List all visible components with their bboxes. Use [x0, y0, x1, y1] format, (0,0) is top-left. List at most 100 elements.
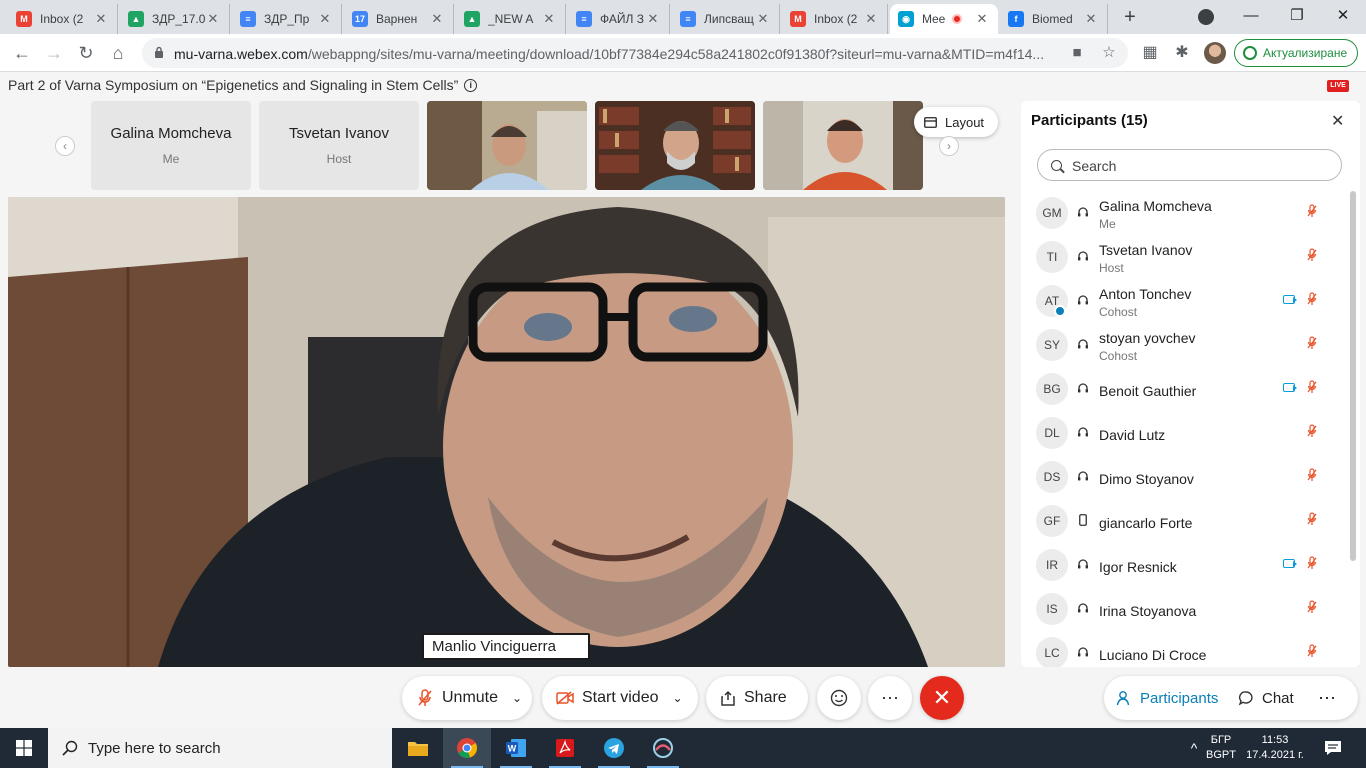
- browser-tab[interactable]: ◉ Mee ✕: [890, 4, 998, 34]
- more-icon: ⋯: [881, 688, 899, 708]
- new-tab-button[interactable]: +: [1118, 6, 1142, 30]
- thumbnail-video-2[interactable]: [595, 101, 755, 190]
- chrome-app[interactable]: [443, 728, 491, 768]
- mic-muted-icon[interactable]: [1307, 292, 1317, 306]
- acrobat-app[interactable]: [541, 728, 589, 768]
- restore-icon[interactable]: ❐: [1274, 0, 1320, 34]
- close-tab-icon[interactable]: ✕: [541, 11, 557, 27]
- close-tab-icon[interactable]: ✕: [755, 11, 771, 27]
- chevron-down-icon[interactable]: ⌄: [672, 691, 682, 705]
- participant-row[interactable]: TI Tsvetan Ivanov Host: [1021, 237, 1341, 281]
- browser-tab[interactable]: ≡ ФАЙЛ З ✕: [568, 4, 670, 34]
- mic-muted-icon[interactable]: [1307, 468, 1317, 482]
- apps-grid-icon[interactable]: ▦: [1141, 44, 1159, 62]
- start-video-button[interactable]: Start video ⌄: [542, 676, 698, 720]
- participant-name: Igor Resnick: [1099, 559, 1177, 575]
- mic-muted-icon[interactable]: [1307, 512, 1317, 526]
- strip-prev-icon[interactable]: ‹: [55, 136, 75, 156]
- taskbar-clock[interactable]: 11:53 17.4.2021 г.: [1240, 733, 1310, 768]
- mic-muted-icon[interactable]: [1307, 556, 1317, 570]
- browser-tab[interactable]: M Inbox (2 ✕: [782, 4, 888, 34]
- webex-app[interactable]: [639, 728, 687, 768]
- close-tab-icon[interactable]: ✕: [974, 11, 990, 27]
- minimize-icon[interactable]: —: [1228, 0, 1274, 34]
- profile-avatar[interactable]: [1204, 42, 1226, 64]
- strip-next-icon[interactable]: ›: [939, 136, 959, 156]
- participant-row[interactable]: DS Dimo Stoyanov: [1021, 457, 1341, 501]
- extensions-icon[interactable]: ✱: [1173, 44, 1191, 62]
- participant-row[interactable]: LC Luciano Di Croce: [1021, 633, 1341, 667]
- taskbar-search[interactable]: Type here to search: [48, 728, 392, 768]
- participant-row[interactable]: IS Irina Stoyanova: [1021, 589, 1341, 633]
- participants-scrollbar[interactable]: [1350, 191, 1356, 561]
- mic-muted-icon[interactable]: [1307, 380, 1317, 394]
- close-tab-icon[interactable]: ✕: [863, 11, 879, 27]
- tab-participants[interactable]: Participants: [1116, 676, 1218, 720]
- browser-tab[interactable]: ≡ ЗДР_Пр ✕: [232, 4, 342, 34]
- bookmark-star-icon[interactable]: ☆: [1100, 45, 1118, 61]
- browser-tab[interactable]: ▲ _NEW A ✕: [456, 4, 566, 34]
- mic-muted-icon[interactable]: [1307, 600, 1317, 614]
- browser-tab[interactable]: ▲ ЗДР_17.0 ✕: [120, 4, 230, 34]
- tray-expand-icon[interactable]: ^: [1184, 728, 1204, 768]
- chevron-down-icon[interactable]: ⌄: [512, 691, 522, 705]
- browser-tab[interactable]: 17 Варнен ✕: [344, 4, 454, 34]
- update-button[interactable]: Актуализиране: [1234, 39, 1358, 67]
- tab-search-icon[interactable]: [1198, 9, 1214, 25]
- panel-more-icon[interactable]: ⋯: [1318, 676, 1336, 720]
- participant-row[interactable]: GF giancarlo Forte: [1021, 501, 1341, 545]
- address-bar[interactable]: mu-varna.webex.com/webappng/sites/mu-var…: [142, 38, 1128, 68]
- browser-tab[interactable]: f Biomed ✕: [1000, 4, 1108, 34]
- mic-muted-icon[interactable]: [1307, 644, 1317, 658]
- leave-meeting-button[interactable]: ✕: [920, 676, 964, 720]
- reload-icon[interactable]: ↻: [74, 41, 98, 65]
- file-explorer-app[interactable]: [394, 728, 442, 768]
- browser-tab[interactable]: ≡ Липсващ ✕: [672, 4, 780, 34]
- mic-muted-icon[interactable]: [1307, 204, 1317, 218]
- participant-row[interactable]: AT Anton Tonchev Cohost: [1021, 281, 1341, 325]
- thumbnail-role: Me: [162, 152, 180, 166]
- close-tab-icon[interactable]: ✕: [645, 11, 661, 27]
- unmute-button[interactable]: Unmute ⌄: [402, 676, 532, 720]
- close-tab-icon[interactable]: ✕: [317, 11, 333, 27]
- search-icon: [62, 740, 78, 756]
- close-panel-icon[interactable]: ✕: [1331, 111, 1344, 131]
- close-tab-icon[interactable]: ✕: [429, 11, 445, 27]
- forward-icon[interactable]: →: [42, 41, 66, 65]
- close-tab-icon[interactable]: ✕: [205, 11, 221, 27]
- layout-button[interactable]: Layout: [914, 107, 998, 137]
- more-options-button[interactable]: ⋯: [868, 676, 912, 720]
- close-tab-icon[interactable]: ✕: [1083, 11, 1099, 27]
- mic-muted-icon[interactable]: [1307, 336, 1317, 350]
- back-icon[interactable]: ←: [10, 41, 34, 65]
- participant-row[interactable]: GM Galina Momcheva Me: [1021, 193, 1341, 237]
- thumbnail-host[interactable]: Tsvetan Ivanov Host: [259, 101, 419, 190]
- telegram-app[interactable]: [590, 728, 638, 768]
- participant-row[interactable]: SY stoyan yovchev Cohost: [1021, 325, 1341, 369]
- home-icon[interactable]: ⌂: [106, 41, 130, 65]
- browser-tab[interactable]: M Inbox (2 ✕: [8, 4, 118, 34]
- mic-muted-icon[interactable]: [1307, 248, 1317, 262]
- participant-row[interactable]: BG Benoit Gauthier: [1021, 369, 1341, 413]
- participants-search-input[interactable]: [1072, 156, 1322, 176]
- participant-row[interactable]: IR Igor Resnick: [1021, 545, 1341, 589]
- thumbnail-video-3[interactable]: [763, 101, 923, 190]
- participant-row[interactable]: DL David Lutz: [1021, 413, 1341, 457]
- thumbnail-video-1[interactable]: [427, 101, 587, 190]
- tab-chat[interactable]: Chat: [1238, 676, 1294, 720]
- camera-blocked-icon[interactable]: ■: [1068, 45, 1086, 61]
- close-tab-icon[interactable]: ✕: [93, 11, 109, 27]
- participant-name: Benoit Gauthier: [1099, 383, 1197, 399]
- thumbnail-self[interactable]: Galina Momcheva Me: [91, 101, 251, 190]
- input-language[interactable]: БГР BGPT: [1206, 733, 1236, 768]
- emoji-icon: [830, 689, 848, 707]
- start-button[interactable]: [0, 728, 48, 768]
- notification-icon[interactable]: [1318, 728, 1348, 768]
- share-button[interactable]: Share: [706, 676, 808, 720]
- close-window-icon[interactable]: ✕: [1320, 0, 1366, 34]
- info-icon[interactable]: i: [464, 78, 478, 92]
- participants-search[interactable]: [1037, 149, 1342, 181]
- reactions-button[interactable]: [817, 676, 861, 720]
- mic-muted-icon[interactable]: [1307, 424, 1317, 438]
- word-app[interactable]: W: [492, 728, 540, 768]
